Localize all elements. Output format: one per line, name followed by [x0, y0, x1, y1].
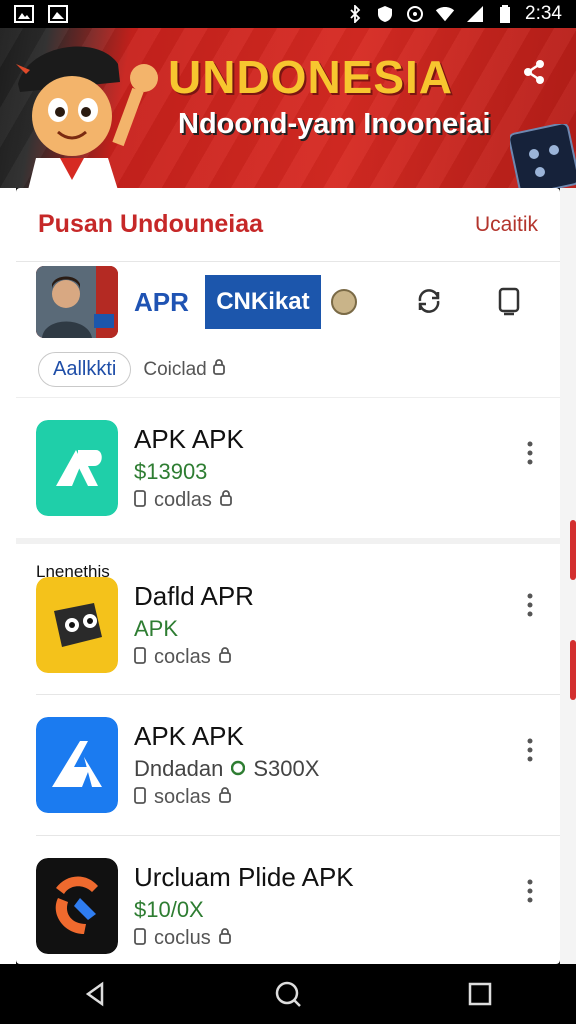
- image-icon: [48, 5, 68, 23]
- wifi-icon: [435, 5, 455, 23]
- bookmark-icon[interactable]: [492, 284, 526, 318]
- banner-title: UNDONESIA: [168, 51, 454, 103]
- page-title: Pusan Undouneiaa: [38, 210, 264, 238]
- list-item[interactable]: APK APK Dndadan S300X soclas: [16, 695, 560, 835]
- refresh-icon[interactable]: [412, 284, 446, 318]
- more-options-icon[interactable]: [526, 737, 534, 763]
- recents-icon[interactable]: [466, 980, 494, 1008]
- banner-subtitle: Ndoond-yam Inooneiai: [178, 108, 491, 140]
- app-meta-label: coclus: [154, 927, 211, 949]
- edge-accent: [570, 640, 576, 700]
- app-price: $13903: [134, 458, 208, 484]
- sheet-header: Pusan Undouneiaa Ucaitik: [16, 188, 560, 262]
- app-meta-label: coclas: [154, 646, 211, 668]
- section-label: Lnenethis: [36, 562, 110, 581]
- edge-accent: [570, 520, 576, 580]
- mascot-illustration: [8, 34, 168, 188]
- profile-photo[interactable]: [36, 266, 118, 338]
- app-name: APK APK: [134, 423, 244, 454]
- device-icon: [134, 927, 146, 951]
- app-icon: [36, 717, 118, 813]
- lock-icon: [218, 646, 231, 669]
- share-icon[interactable]: [520, 58, 548, 86]
- back-icon[interactable]: [82, 980, 110, 1008]
- app-icon: [36, 577, 118, 673]
- brand-row: APR CNKikat: [16, 262, 560, 342]
- lock-icon: [218, 927, 231, 950]
- gallery-icon: [14, 5, 34, 23]
- battery-icon: [495, 5, 515, 23]
- list-item[interactable]: Urcluam Plide APK $10/0X coclus: [16, 836, 560, 964]
- device-icon: [134, 786, 146, 810]
- app-meta-label: soclas: [154, 786, 211, 808]
- app-name: Urcluam Plide APK: [134, 861, 354, 892]
- cnk-brand-button[interactable]: CNKikat: [204, 275, 321, 329]
- bluetooth-icon: [345, 5, 365, 23]
- app-price: APK: [134, 615, 179, 641]
- device-icon: [134, 489, 146, 513]
- lock-icon: [219, 489, 232, 512]
- home-icon[interactable]: [274, 980, 302, 1008]
- filter-chip[interactable]: Aallkkti: [38, 352, 132, 387]
- app-icon: [36, 420, 118, 516]
- lock-icon: [212, 358, 225, 381]
- left-edge: [0, 188, 16, 964]
- filter-option-label: Coiclad: [143, 358, 207, 380]
- app-developer: Dndadan: [134, 755, 224, 781]
- device-icon: [134, 646, 146, 670]
- coin-icon: [330, 289, 357, 315]
- header-action-link[interactable]: Ucaitik: [475, 213, 538, 237]
- status-bar: 2:34: [0, 0, 576, 28]
- app-price: S300X: [253, 755, 320, 781]
- device-illustration: [508, 122, 576, 188]
- list-item[interactable]: APK APK $13903 codlas: [16, 398, 560, 538]
- more-options-icon[interactable]: [526, 440, 534, 466]
- app-price: $10/0X: [134, 896, 204, 922]
- filter-option[interactable]: Coiclad: [143, 358, 225, 381]
- status-time: 2:34: [525, 3, 562, 24]
- signal-icon: [465, 5, 485, 23]
- sync-icon: [405, 5, 425, 23]
- app-name: Dafld APR: [134, 580, 254, 611]
- app-icon: [36, 858, 118, 954]
- system-nav-bar: [0, 964, 576, 1024]
- filter-chips: Aallkkti Coiclad: [16, 342, 560, 398]
- more-options-icon[interactable]: [526, 878, 534, 904]
- apr-label[interactable]: APR: [134, 287, 189, 318]
- app-meta-label: codlas: [154, 489, 212, 511]
- list-item[interactable]: Lnenethis Dafld APR APK coclas: [16, 544, 560, 694]
- more-options-icon[interactable]: [526, 592, 534, 618]
- hero-banner: UNDONESIA Ndoond-yam Inooneiai: [0, 28, 576, 188]
- app-name: APK APK: [134, 720, 244, 751]
- shield-icon: [375, 5, 395, 23]
- main-sheet: Pusan Undouneiaa Ucaitik APR CNKikat Aal…: [16, 188, 560, 964]
- lock-icon: [218, 786, 231, 809]
- verified-icon: [231, 756, 246, 782]
